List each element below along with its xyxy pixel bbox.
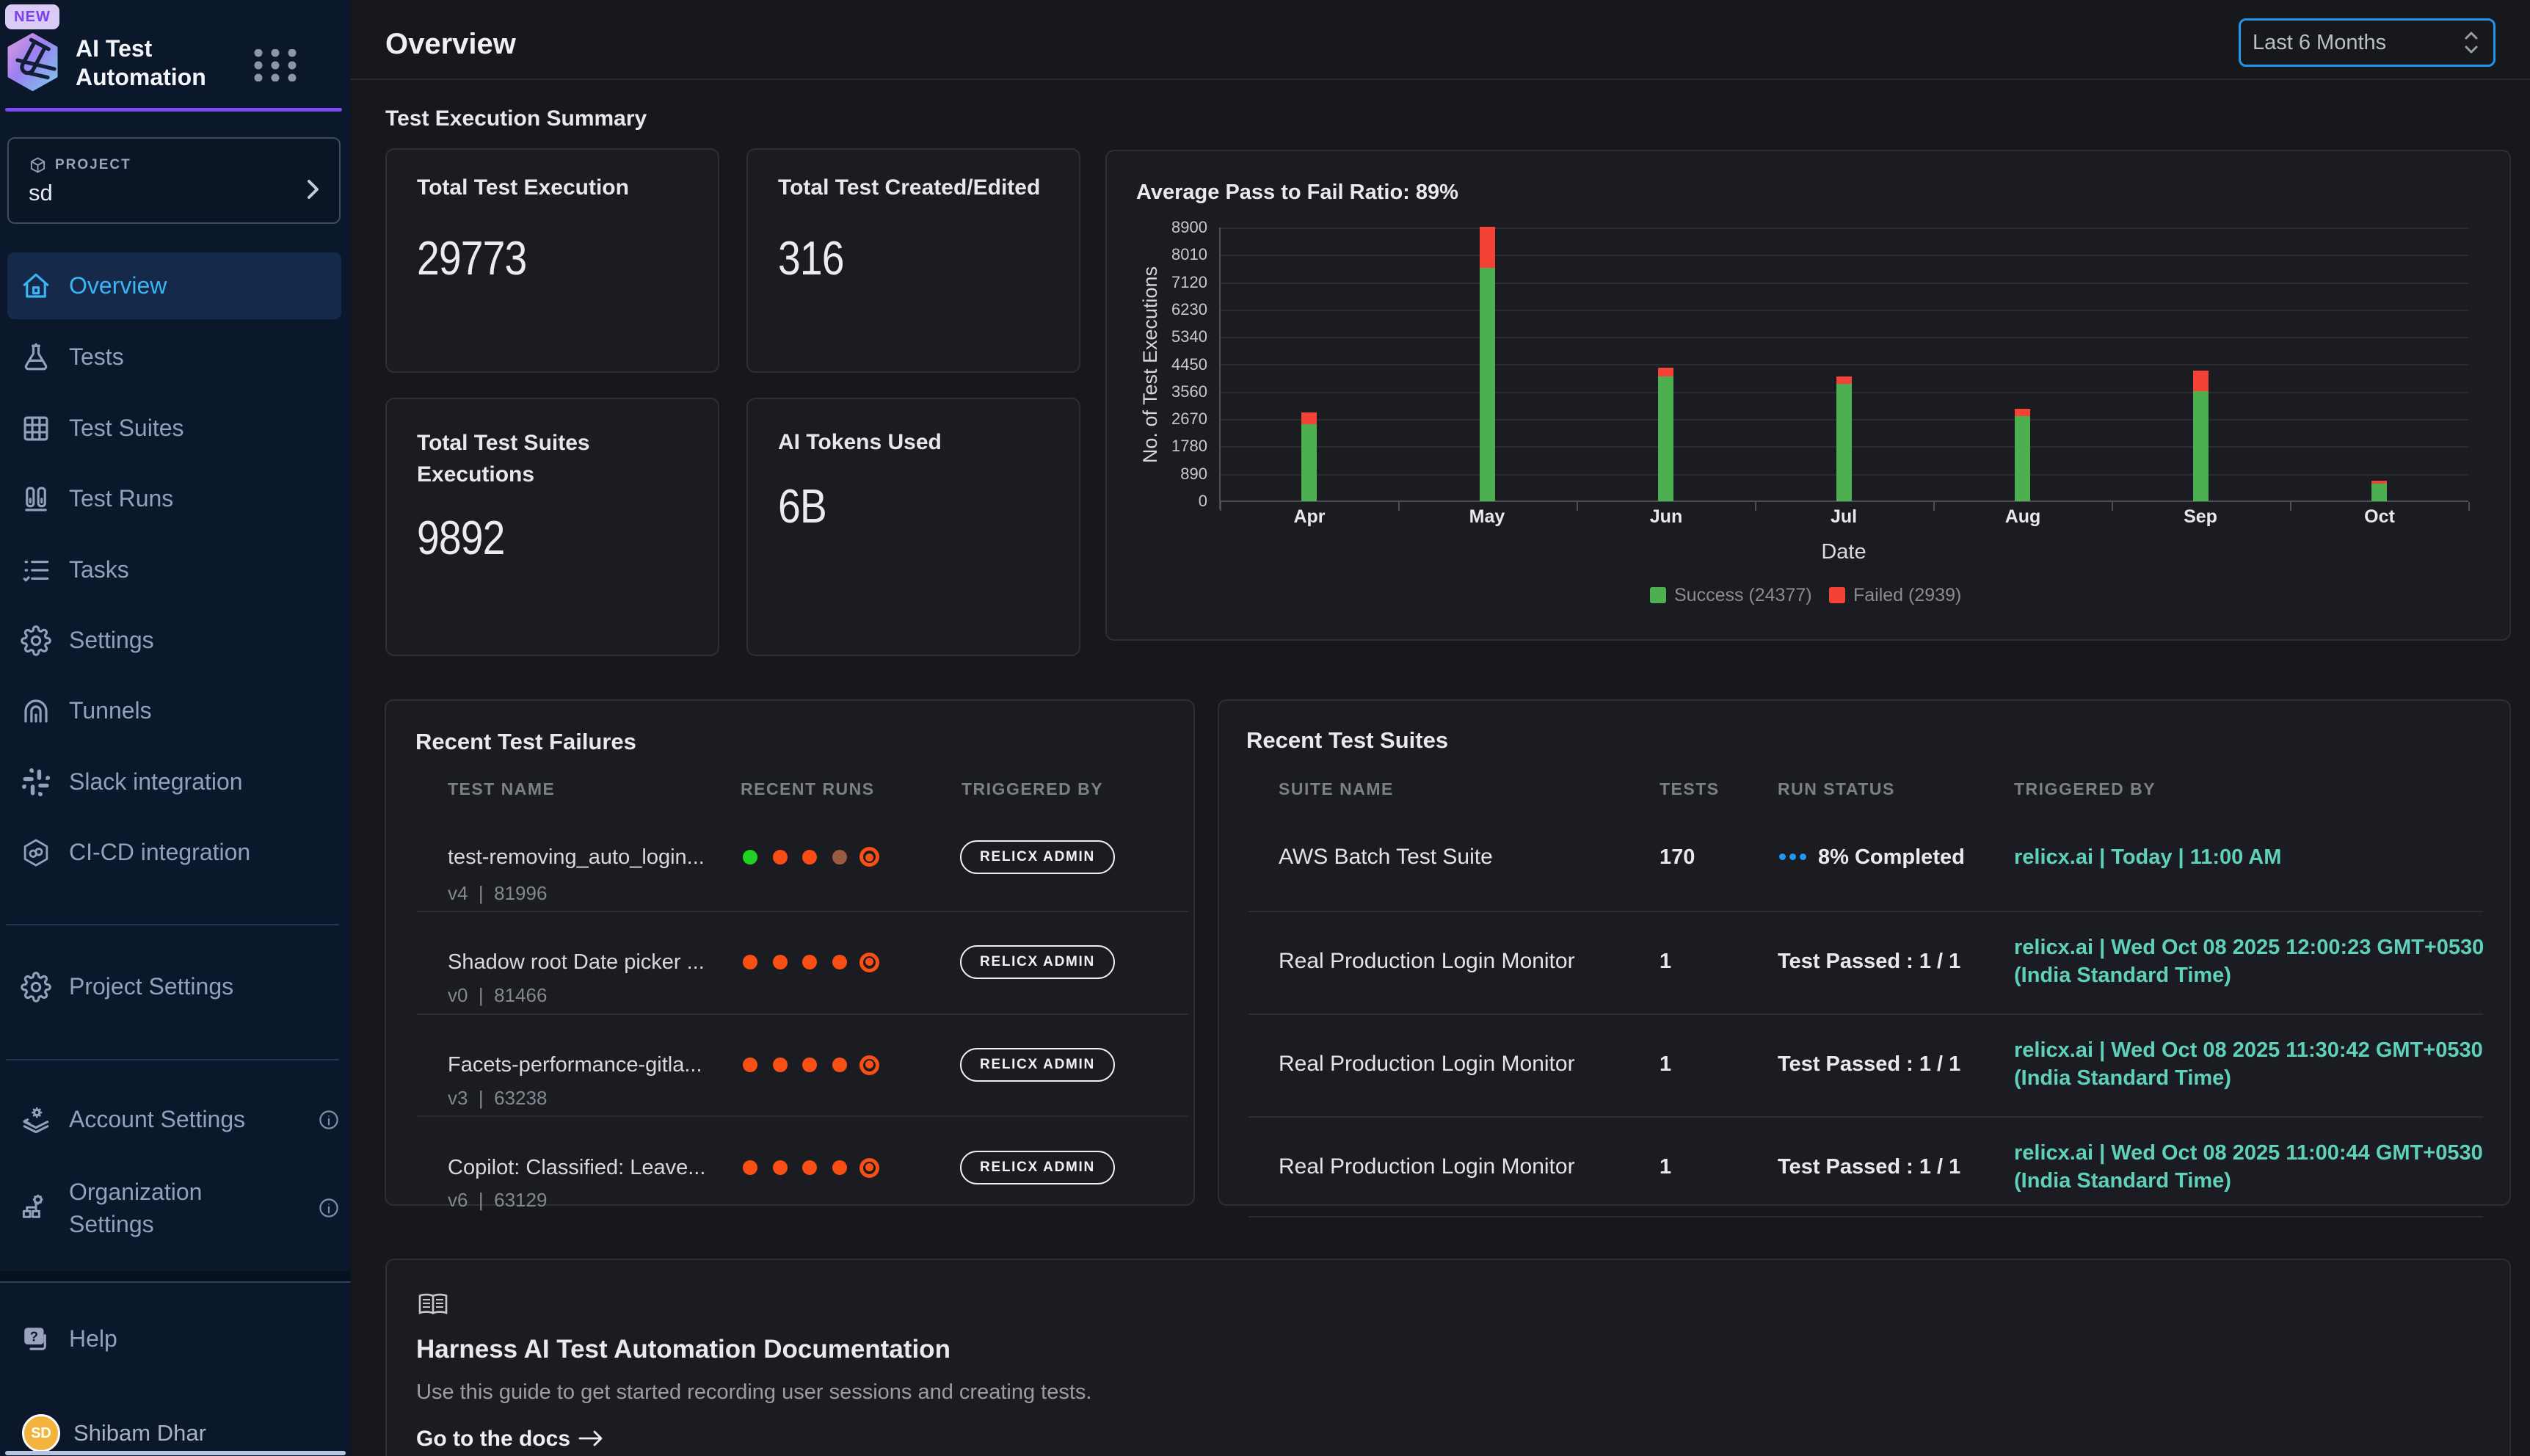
svg-text:?: ? bbox=[30, 1328, 38, 1344]
